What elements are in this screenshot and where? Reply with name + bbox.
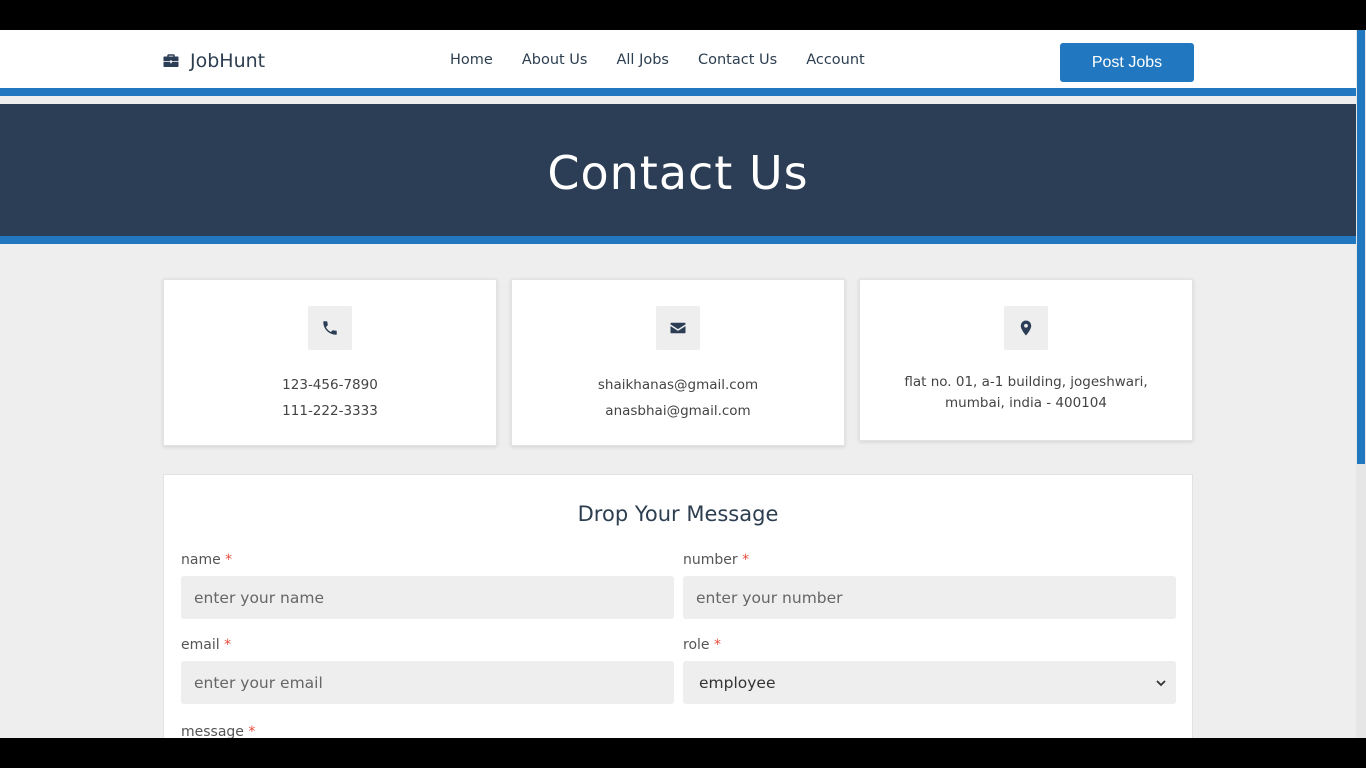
name-field: name * enter your name [181, 552, 674, 619]
nav-home[interactable]: Home [450, 52, 493, 68]
envelope-icon [670, 322, 686, 334]
form-title: Drop Your Message [577, 502, 779, 526]
email-input[interactable]: enter your email [181, 661, 674, 704]
email-address-1: shaikhanas@gmail.com [597, 377, 759, 393]
nav-all-jobs[interactable]: All Jobs [616, 52, 669, 68]
role-field: role * employee [683, 637, 1176, 704]
nav-about-us[interactable]: About Us [522, 52, 588, 68]
message-field: message * [181, 724, 674, 738]
message-label: message * [181, 724, 256, 738]
scrollbar-thumb[interactable] [1357, 30, 1365, 464]
logo-text: JobHunt [190, 50, 266, 72]
page-title: Contact Us [547, 146, 809, 200]
name-label: name * [181, 552, 233, 568]
briefcase-icon [163, 54, 179, 67]
logo[interactable]: JobHunt [162, 50, 265, 72]
chevron-down-icon [1156, 679, 1166, 686]
nav-account[interactable]: Account [806, 52, 865, 68]
address-text: flat no. 01, a-1 building, jogeshwari, m… [904, 374, 1148, 411]
page-viewport: JobHunt Home About Us All Jobs Contact U… [0, 30, 1366, 738]
main-nav: Home About Us All Jobs Contact Us Accoun… [450, 52, 865, 68]
phone-number-2: 111-222-3333 [282, 403, 378, 419]
page-scrollbar[interactable] [1356, 30, 1366, 738]
phone-card: 123-456-7890 111-222-3333 [163, 279, 497, 446]
map-marker-icon-box [1004, 306, 1048, 350]
role-select[interactable]: employee [683, 661, 1176, 704]
nav-contact-us[interactable]: Contact Us [698, 52, 777, 68]
email-address-2: anasbhai@gmail.com [605, 403, 751, 419]
phone-icon [323, 321, 337, 335]
post-jobs-button[interactable]: Post Jobs [1060, 43, 1194, 82]
number-input[interactable]: enter your number [683, 576, 1176, 619]
map-marker-icon [1020, 320, 1032, 336]
number-field: number * enter your number [683, 552, 1176, 619]
email-card: shaikhanas@gmail.com anasbhai@gmail.com [511, 279, 845, 446]
contact-form: Drop Your Message name * enter your name… [163, 474, 1193, 738]
email-field: email * enter your email [181, 637, 674, 704]
role-label: role * [683, 637, 721, 653]
site-header: JobHunt Home About Us All Jobs Contact U… [0, 30, 1356, 96]
role-select-value: employee [699, 673, 776, 692]
number-label: number * [683, 552, 750, 568]
phone-number-1: 123-456-7890 [282, 377, 378, 393]
hero-banner: Contact Us [0, 104, 1356, 244]
envelope-icon-box [656, 306, 700, 350]
name-input[interactable]: enter your name [181, 576, 674, 619]
phone-icon-box [308, 306, 352, 350]
email-label: email * [181, 637, 232, 653]
address-card: flat no. 01, a-1 building, jogeshwari, m… [859, 279, 1193, 441]
